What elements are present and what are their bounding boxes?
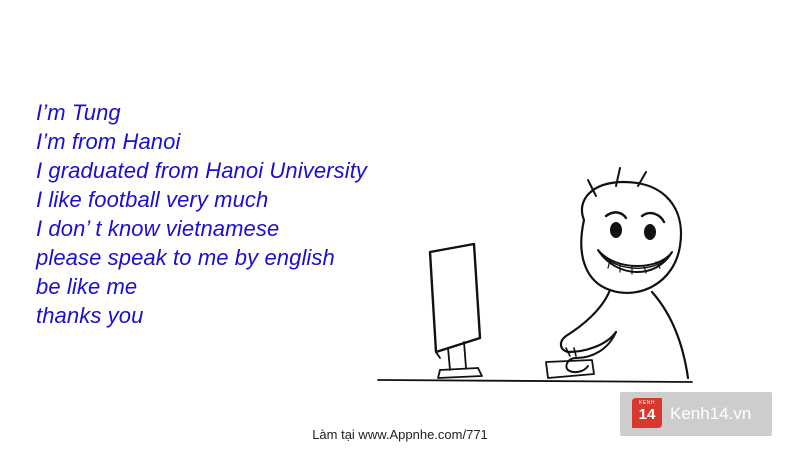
text-line: I’m Tung	[36, 100, 121, 125]
kenh14-badge-label: KENH 14	[632, 398, 662, 428]
text-line: be like me	[36, 274, 138, 299]
kenh14-logo: KENH 14 Kenh14.vn	[620, 392, 772, 436]
logo-site-name: Kenh14.vn	[670, 404, 752, 423]
text-line: thanks you	[36, 303, 144, 328]
badge-number: 14	[638, 406, 656, 423]
text-line: I like football very much	[36, 187, 269, 212]
text-line: I don’ t know vietnamese	[36, 216, 280, 241]
meme-page: I’m Tung I’m from Hanoi I graduated from H…	[0, 0, 800, 465]
text-line: I graduated from Hanoi University	[36, 158, 368, 183]
text-line: please speak to me by english	[36, 245, 335, 270]
text-line: I’m from Hanoi	[36, 129, 181, 154]
meme-text: I’m Tung I’m from Hanoi I graduated from H…	[36, 98, 367, 330]
stickman-at-computer-illustration	[377, 167, 693, 383]
